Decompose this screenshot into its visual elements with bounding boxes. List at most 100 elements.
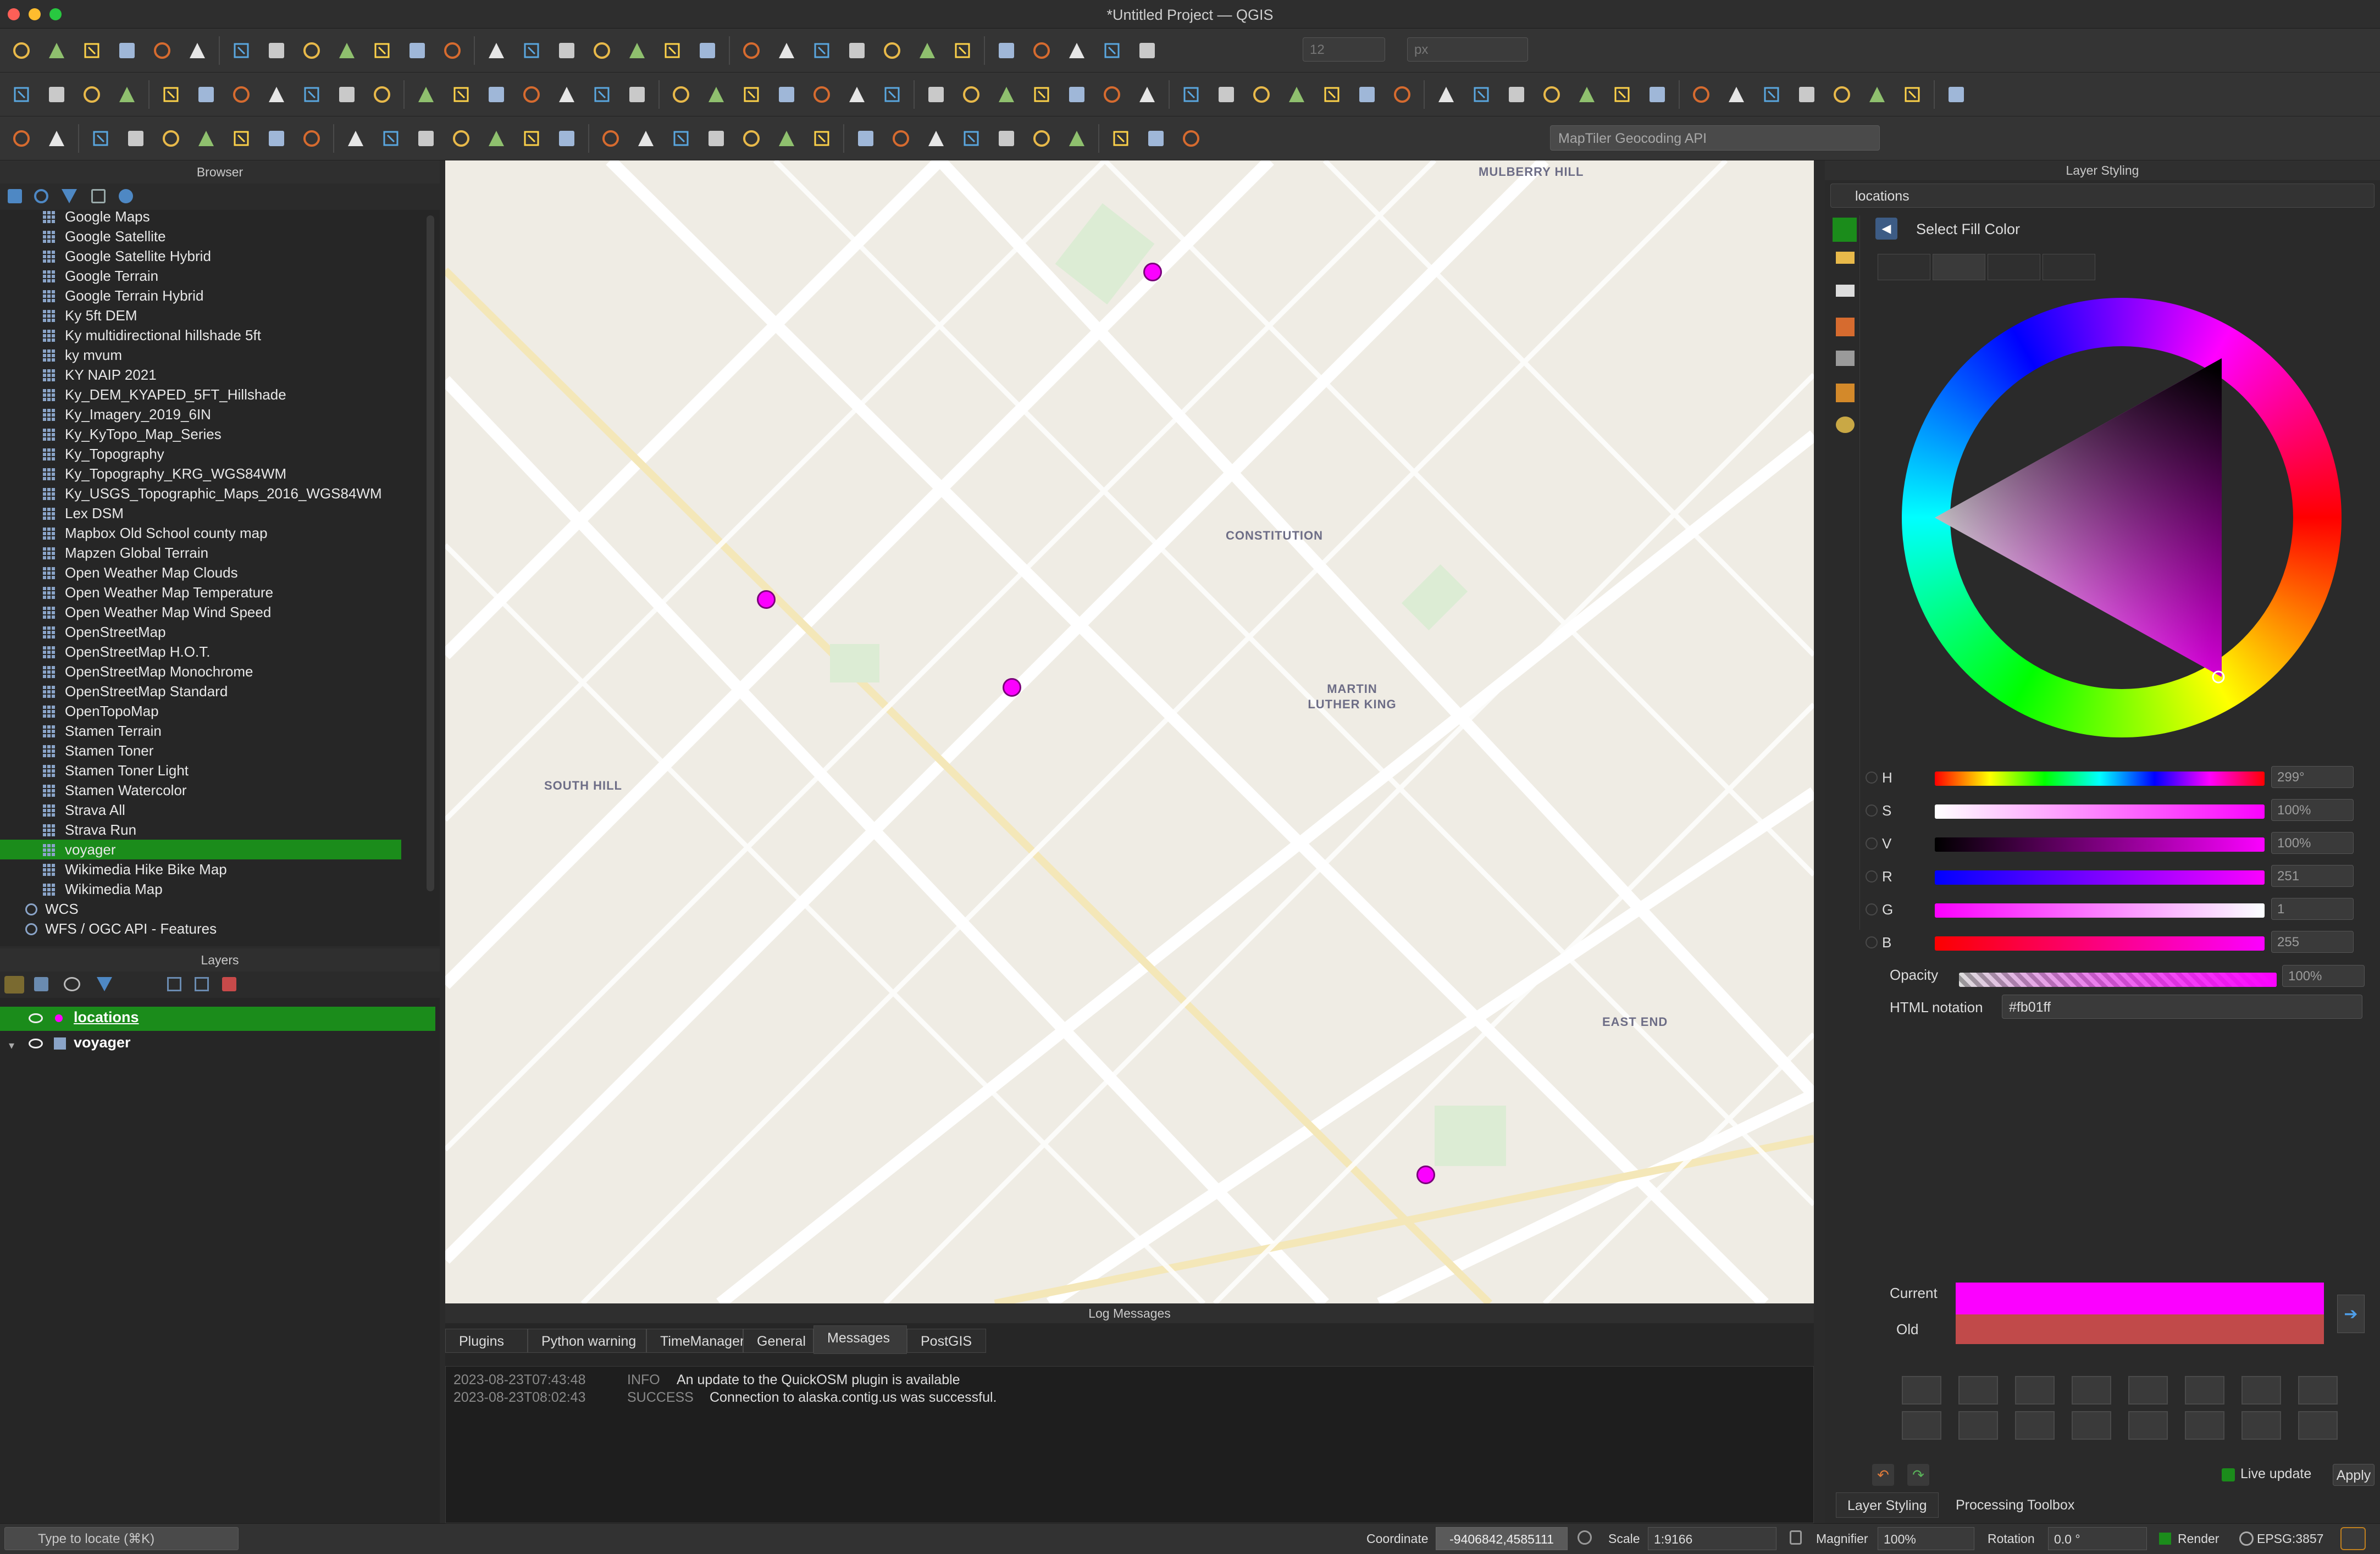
toolbar-tool-icon[interactable]: [1863, 81, 1891, 108]
toolbar-tool-icon[interactable]: [949, 37, 976, 64]
toolbar-tool-icon[interactable]: [878, 81, 906, 108]
toolbar-tool-icon[interactable]: [113, 37, 141, 64]
component-radio[interactable]: [1866, 772, 1878, 784]
browser-item[interactable]: Stamen Toner Light: [0, 761, 401, 780]
toolbar-tool-icon[interactable]: [192, 81, 220, 108]
scale-select[interactable]: 1:9166: [1648, 1527, 1776, 1550]
custom-color-swatch[interactable]: [2185, 1411, 2224, 1440]
component-spinbox[interactable]: 100%: [2271, 799, 2354, 821]
undo-icon[interactable]: ↶: [1872, 1464, 1894, 1486]
toolbar-tool-icon[interactable]: [87, 125, 114, 152]
opacity-spinbox[interactable]: 100%: [2282, 965, 2365, 987]
browser-item[interactable]: ky mvum: [0, 345, 401, 365]
toolbar-tool-icon[interactable]: [1793, 81, 1820, 108]
toolbar-tool-icon[interactable]: [1248, 81, 1275, 108]
toggle-extents-icon[interactable]: [1578, 1530, 1592, 1545]
browser-item[interactable]: Google Satellite Hybrid: [0, 246, 401, 266]
toolbar-tool-icon[interactable]: [1899, 81, 1926, 108]
component-radio[interactable]: [1866, 936, 1878, 948]
component-slider[interactable]: [1935, 837, 2265, 852]
toolbar-tool-icon[interactable]: [1063, 81, 1091, 108]
browser-item[interactable]: Wikimedia Map: [0, 879, 401, 899]
toolbar-tool-icon[interactable]: [1063, 125, 1091, 152]
browser-item[interactable]: OpenStreetMap H.O.T.: [0, 642, 401, 662]
custom-color-swatch[interactable]: [2015, 1376, 2055, 1405]
browser-item[interactable]: Open Weather Map Clouds: [0, 563, 401, 582]
expand-all-icon[interactable]: [167, 977, 181, 991]
toolbar-tool-icon[interactable]: [738, 125, 765, 152]
toolbar-tool-icon[interactable]: [1318, 81, 1346, 108]
browser-item[interactable]: voyager: [0, 840, 401, 859]
labels-tab-icon[interactable]: [1836, 252, 1855, 264]
location-point[interactable]: [1003, 678, 1021, 697]
location-point[interactable]: [1143, 263, 1162, 281]
toolbar-tool-icon[interactable]: [192, 125, 220, 152]
component-radio[interactable]: [1866, 870, 1878, 883]
toolbar-tool-icon[interactable]: [993, 81, 1020, 108]
opacity-slider[interactable]: [1959, 973, 2277, 987]
custom-color-swatch[interactable]: [2241, 1411, 2281, 1440]
toolbar-tool-icon[interactable]: [1432, 81, 1460, 108]
toolbar-tool-icon[interactable]: [1133, 37, 1161, 64]
toolbar-tool-icon[interactable]: [1063, 37, 1091, 64]
toolbar-tool-icon[interactable]: [483, 81, 510, 108]
toolbar-tool-icon[interactable]: [808, 81, 835, 108]
toolbar-tool-icon[interactable]: [298, 37, 325, 64]
toolbar-tool-icon[interactable]: [553, 37, 580, 64]
browser-item[interactable]: Open Weather Map Wind Speed: [0, 602, 401, 622]
browser-item[interactable]: Stamen Watercolor: [0, 780, 401, 800]
locator-search-input[interactable]: Type to locate (⌘K): [4, 1527, 239, 1550]
toolbar-tool-icon[interactable]: [1028, 37, 1055, 64]
toolbar-tool-icon[interactable]: [157, 125, 185, 152]
custom-color-swatch[interactable]: [2072, 1411, 2111, 1440]
toolbar-tool-icon[interactable]: [368, 37, 396, 64]
layer-row-voyager[interactable]: ▾ voyager: [0, 1032, 435, 1056]
toolbar-tool-icon[interactable]: [1828, 81, 1856, 108]
toolbar-tool-icon[interactable]: [403, 37, 431, 64]
toolbar-tool-icon[interactable]: [588, 81, 616, 108]
browser-item[interactable]: Google Satellite: [0, 226, 401, 246]
toolbar-tool-icon[interactable]: [8, 37, 35, 64]
expand-arrow-icon[interactable]: ▾: [9, 1039, 14, 1052]
lock-scale-icon[interactable]: [1790, 1530, 1802, 1545]
visibility-eye-icon[interactable]: [29, 1039, 43, 1048]
custom-color-swatch[interactable]: [2185, 1376, 2224, 1405]
color-ramp-tab[interactable]: [1878, 254, 1930, 280]
toolbar-tool-icon[interactable]: [412, 125, 440, 152]
custom-color-swatch[interactable]: [2298, 1411, 2338, 1440]
toolbar-tool-icon[interactable]: [447, 81, 475, 108]
toolbar-tool-icon[interactable]: [597, 125, 624, 152]
color-sampler-tab[interactable]: [2043, 254, 2095, 280]
processing-toolbox-tab[interactable]: Processing Toolbox: [1945, 1492, 2085, 1518]
toolbar-tool-icon[interactable]: [412, 81, 440, 108]
rendering-tab-icon[interactable]: [1836, 384, 1855, 402]
component-spinbox[interactable]: 100%: [2271, 832, 2354, 854]
browser-item[interactable]: Google Maps: [0, 207, 401, 226]
browser-group-wfs[interactable]: WFS / OGC API - Features: [0, 919, 401, 939]
browser-item[interactable]: Google Terrain Hybrid: [0, 286, 401, 306]
component-radio[interactable]: [1866, 837, 1878, 850]
browser-item[interactable]: Ky_Topography_KRG_WGS84WM: [0, 464, 401, 484]
component-radio[interactable]: [1866, 804, 1878, 817]
saturation-value-triangle[interactable]: [1902, 298, 2342, 737]
render-checkbox[interactable]: [2159, 1533, 2171, 1545]
toolbar-tool-icon[interactable]: [588, 37, 616, 64]
messages-icon[interactable]: [2340, 1527, 2366, 1550]
custom-color-swatch[interactable]: [2072, 1376, 2111, 1405]
toolbar-tool-icon[interactable]: [122, 125, 150, 152]
custom-color-swatch[interactable]: [2015, 1411, 2055, 1440]
toolbar-tool-icon[interactable]: [228, 37, 255, 64]
custom-color-swatch[interactable]: [2128, 1411, 2168, 1440]
live-update-checkbox[interactable]: [2222, 1468, 2235, 1481]
custom-color-swatch[interactable]: [1958, 1411, 1998, 1440]
browser-item[interactable]: Ky_Imagery_2019_6IN: [0, 404, 401, 424]
toolbar-tool-icon[interactable]: [1098, 37, 1126, 64]
collapse-all-layers-icon[interactable]: [195, 977, 209, 991]
toolbar-tool-icon[interactable]: [228, 125, 255, 152]
toolbar-tool-icon[interactable]: [518, 37, 545, 64]
toolbar-tool-icon[interactable]: [852, 125, 879, 152]
html-notation-input[interactable]: #fb01ff: [2002, 995, 2362, 1019]
redo-icon[interactable]: ↷: [1907, 1464, 1929, 1486]
component-spinbox[interactable]: 299°: [2271, 766, 2354, 788]
component-spinbox[interactable]: 1: [2271, 898, 2354, 920]
